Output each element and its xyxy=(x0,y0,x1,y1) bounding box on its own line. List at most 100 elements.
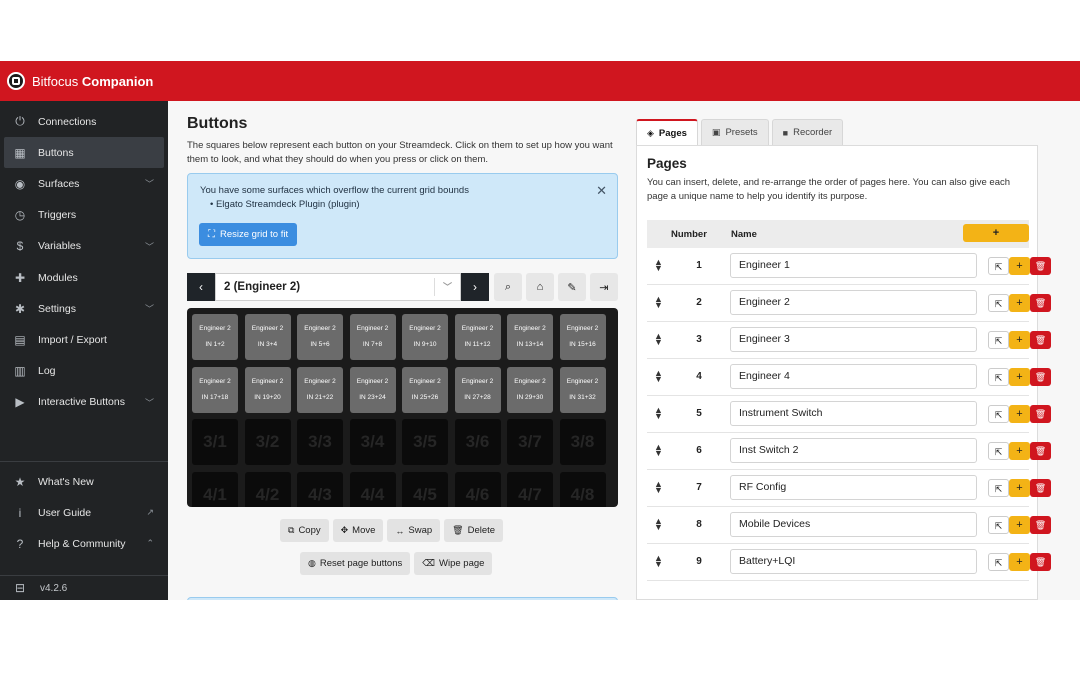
copy-button[interactable]: ⧉ Copy xyxy=(280,519,329,542)
stream-button[interactable]: Engineer 2 IN 19+20 xyxy=(244,366,291,413)
delete-page-button[interactable]: 🗑 xyxy=(1030,479,1051,497)
delete-page-button[interactable]: 🗑 xyxy=(1030,294,1051,312)
stream-button[interactable]: Engineer 2 IN 3+4 xyxy=(244,314,291,360)
tab-pages[interactable]: ◈ Pages xyxy=(636,119,698,145)
export-page-button[interactable]: ⇱ xyxy=(988,442,1009,460)
insert-page-button[interactable]: + xyxy=(1009,368,1030,386)
empty-button-slot[interactable]: 3/1 xyxy=(192,419,238,465)
export-page-button[interactable]: ⇱ xyxy=(988,553,1009,571)
empty-button-slot[interactable]: 4/5 xyxy=(402,471,448,507)
sidebar-item-what-s-new[interactable]: ★ What's New xyxy=(0,466,168,497)
stream-button[interactable]: Engineer 2 IN 29+30 xyxy=(507,366,553,413)
empty-button-slot[interactable]: 3/5 xyxy=(402,419,448,465)
version-footer[interactable]: ⊟ v4.2.6 xyxy=(0,575,168,600)
insert-page-button[interactable]: + xyxy=(1009,405,1030,423)
export-page-button[interactable]: ⇱ xyxy=(988,479,1009,497)
page-name-input[interactable]: Inst Switch 2 xyxy=(730,438,977,463)
drag-handle-icon[interactable]: ▲ ▼ xyxy=(654,406,663,421)
insert-page-button[interactable]: + xyxy=(1009,516,1030,534)
resize-grid-button[interactable]: ⛶ Resize grid to fit xyxy=(199,223,298,246)
delete-button[interactable]: 🗑 Delete xyxy=(444,519,504,542)
sidebar-item-interactive-buttons[interactable]: ▶ Interactive Buttons ﹀ xyxy=(0,387,168,418)
home-button[interactable]: ⌂ xyxy=(526,273,554,301)
drag-handle-icon[interactable]: ▲ ▼ xyxy=(654,369,663,384)
delete-page-button[interactable]: 🗑 xyxy=(1030,516,1051,534)
stream-button[interactable]: Engineer 2 IN 25+26 xyxy=(402,366,448,413)
delete-page-button[interactable]: 🗑 xyxy=(1030,553,1051,571)
export-page-button[interactable]: ⇱ xyxy=(988,368,1009,386)
export-page-button[interactable]: ⇱ xyxy=(988,331,1009,349)
wipe-page-button[interactable]: ⌫ Wipe page xyxy=(414,552,493,575)
delete-page-button[interactable]: 🗑 xyxy=(1030,331,1051,349)
sidebar-item-connections[interactable]: ⏻ Connections xyxy=(0,106,168,137)
sidebar-item-triggers[interactable]: ◷ Triggers xyxy=(0,200,168,231)
delete-page-button[interactable]: 🗑 xyxy=(1030,405,1051,423)
stream-button[interactable]: Engineer 2 IN 9+10 xyxy=(402,314,448,360)
export-page-button[interactable]: ⇱ xyxy=(988,294,1009,312)
empty-button-slot[interactable]: 3/8 xyxy=(559,419,606,465)
empty-button-slot[interactable]: 4/1 xyxy=(192,471,238,507)
stream-button[interactable]: Engineer 2 IN 13+14 xyxy=(507,314,553,360)
sidebar-item-import-export[interactable]: ▤ Import / Export xyxy=(0,324,168,355)
empty-button-slot[interactable]: 3/7 xyxy=(507,419,553,465)
sidebar-item-modules[interactable]: ✚ Modules xyxy=(0,262,168,293)
stream-button[interactable]: Engineer 2 IN 23+24 xyxy=(349,366,396,413)
delete-page-button[interactable]: 🗑 xyxy=(1030,257,1051,275)
sidebar-item-variables[interactable]: $ Variables ﹀ xyxy=(0,231,168,262)
empty-button-slot[interactable]: 3/6 xyxy=(454,419,501,465)
drag-handle-icon[interactable]: ▲ ▼ xyxy=(654,554,663,569)
empty-button-slot[interactable]: 4/6 xyxy=(454,471,501,507)
stream-button[interactable]: Engineer 2 IN 31+32 xyxy=(559,366,606,413)
sidebar-item-surfaces[interactable]: ◉ Surfaces ﹀ xyxy=(0,168,168,199)
search-button[interactable]: ⌕ xyxy=(494,273,522,301)
insert-page-button[interactable]: + xyxy=(1009,553,1030,571)
stream-button[interactable]: Engineer 2 IN 21+22 xyxy=(297,366,343,413)
export-page-button[interactable]: ⇥ xyxy=(590,273,618,301)
brand-header[interactable]: Bitfocus Companion xyxy=(0,61,168,101)
export-page-button[interactable]: ⇱ xyxy=(988,405,1009,423)
drag-handle-icon[interactable]: ▲ ▼ xyxy=(654,258,663,273)
stream-button[interactable]: Engineer 2 IN 17+18 xyxy=(192,366,238,413)
insert-page-button[interactable]: + xyxy=(1009,257,1030,275)
insert-page-button[interactable]: + xyxy=(1009,442,1030,460)
stream-button[interactable]: Engineer 2 IN 11+12 xyxy=(454,314,501,360)
sidebar-item-log[interactable]: ▥ Log xyxy=(0,356,168,387)
insert-page-button[interactable]: + xyxy=(1009,294,1030,312)
sidebar-item-help-community[interactable]: ? Help & Community ⌃ xyxy=(0,528,168,559)
empty-button-slot[interactable]: 3/4 xyxy=(349,419,396,465)
stream-button[interactable]: Engineer 2 IN 5+6 xyxy=(297,314,343,360)
drag-handle-icon[interactable]: ▲ ▼ xyxy=(654,332,663,347)
empty-button-slot[interactable]: 3/2 xyxy=(244,419,291,465)
page-name-input[interactable]: RF Config xyxy=(730,475,977,500)
empty-button-slot[interactable]: 4/3 xyxy=(297,471,343,507)
page-name-input[interactable]: Engineer 3 xyxy=(730,327,977,352)
swap-button[interactable]: ↔ Swap xyxy=(387,519,441,542)
empty-button-slot[interactable]: 4/7 xyxy=(507,471,553,507)
page-select[interactable]: 2 (Engineer 2) ﹀ xyxy=(215,273,461,301)
page-name-input[interactable]: Instrument Switch xyxy=(730,401,977,426)
reset-page-button[interactable]: ◍ Reset page buttons xyxy=(300,552,411,575)
page-name-input[interactable]: Engineer 1 xyxy=(730,253,977,278)
empty-button-slot[interactable]: 3/3 xyxy=(297,419,343,465)
delete-page-button[interactable]: 🗑 xyxy=(1030,368,1051,386)
drag-handle-icon[interactable]: ▲ ▼ xyxy=(654,480,663,495)
close-icon[interactable]: ✕ xyxy=(596,183,607,199)
empty-button-slot[interactable]: 4/4 xyxy=(349,471,396,507)
page-name-input[interactable]: Engineer 4 xyxy=(730,364,977,389)
page-name-input[interactable]: Mobile Devices xyxy=(730,512,977,537)
drag-handle-icon[interactable]: ▲ ▼ xyxy=(654,295,663,310)
export-page-button[interactable]: ⇱ xyxy=(988,257,1009,275)
drag-handle-icon[interactable]: ▲ ▼ xyxy=(654,443,663,458)
sidebar-item-settings[interactable]: ✱ Settings ﹀ xyxy=(0,293,168,324)
insert-page-button[interactable]: + xyxy=(1009,331,1030,349)
sidebar-item-user-guide[interactable]: i User Guide ↗ xyxy=(0,497,168,528)
empty-button-slot[interactable]: 4/8 xyxy=(559,471,606,507)
empty-button-slot[interactable]: 4/2 xyxy=(244,471,291,507)
stream-button[interactable]: Engineer 2 IN 15+16 xyxy=(559,314,606,360)
add-page-button[interactable]: + xyxy=(963,224,1029,242)
stream-button[interactable]: Engineer 2 IN 27+28 xyxy=(454,366,501,413)
export-page-button[interactable]: ⇱ xyxy=(988,516,1009,534)
stream-button[interactable]: Engineer 2 IN 1+2 xyxy=(192,314,238,360)
prev-page-button[interactable]: ‹ xyxy=(187,273,215,301)
tab-presets[interactable]: ▣ Presets xyxy=(700,119,769,145)
